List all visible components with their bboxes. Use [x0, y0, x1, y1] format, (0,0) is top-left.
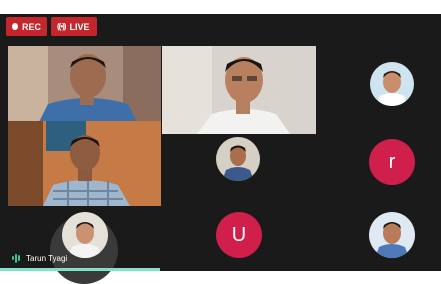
avatar-initial: U [231, 223, 247, 246]
participant-avatar-photo-2[interactable] [216, 137, 260, 181]
participant-video-3 [8, 121, 161, 206]
broadcast-icon: ((•)) [57, 22, 67, 31]
avatar-image [370, 62, 414, 106]
speaker-name: Tarun Tyagi [26, 253, 68, 263]
participant-avatar-photo-1[interactable] [370, 62, 414, 106]
live-badge[interactable]: ((•)) LIVE [51, 17, 97, 36]
participant-avatar-u[interactable]: U [216, 212, 262, 258]
active-speaker-label: Tarun Tyagi [12, 250, 67, 266]
avatar-initial: r [388, 150, 396, 173]
participant-video-2 [162, 46, 316, 134]
rec-label: REC [21, 21, 41, 32]
video-tile-participant-2[interactable] [162, 46, 316, 134]
record-icon [12, 23, 18, 30]
participant-avatar-r[interactable]: r [369, 139, 415, 185]
participant-avatar-tarun-tyagi[interactable] [62, 212, 108, 258]
avatar-image [216, 137, 260, 181]
participant-video-1 [8, 46, 161, 124]
live-label: LIVE [69, 21, 90, 32]
audio-wave-icon [12, 253, 20, 263]
video-tile-participant-1[interactable] [8, 46, 161, 124]
avatar-image [62, 212, 108, 258]
meeting-grid: REC ((•)) LIVE r U [0, 14, 441, 284]
avatar-image [369, 212, 415, 258]
rec-badge[interactable]: REC [6, 17, 47, 36]
participant-avatar-photo-3[interactable] [369, 212, 415, 258]
video-tile-participant-3[interactable] [8, 121, 161, 206]
